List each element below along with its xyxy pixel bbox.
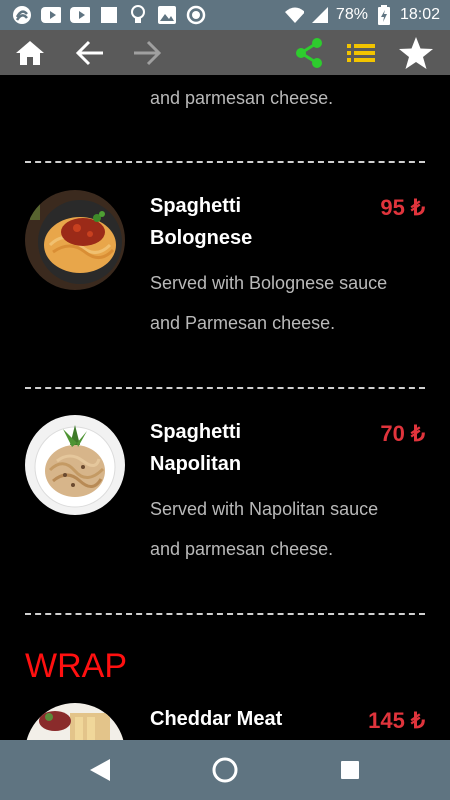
list-icon <box>347 43 375 62</box>
lightbulb-icon <box>128 5 148 25</box>
dish-description: Served with Napolitan sauce and parmesan… <box>150 489 430 569</box>
star-icon <box>399 36 433 69</box>
dish-name-line-2: Bolognese <box>150 227 253 249</box>
dish-name-line-1: Cheddar Meat <box>150 708 283 730</box>
home-button[interactable] <box>8 30 52 75</box>
dish-name-line-1: Spaghetti <box>150 195 242 217</box>
forward-button[interactable] <box>125 30 169 75</box>
clock-time: 18:02 <box>399 6 440 23</box>
nav-recents-button[interactable] <box>332 752 368 788</box>
back-arrow-icon <box>75 40 103 65</box>
dish-description-line-1: Served with Bolognese sauce <box>150 273 388 293</box>
system-nav-bar <box>0 740 450 800</box>
menu-content[interactable]: and parmesan cheese. Spaghetti Bolognese <box>0 75 450 740</box>
carrier-logo-icon <box>12 5 32 25</box>
sync-circle-icon <box>186 5 206 25</box>
battery-percent: 78% <box>335 6 368 23</box>
dish-description-line-2: and parmesan cheese. <box>150 539 334 559</box>
status-bar: 78% 18:02 <box>0 0 450 30</box>
recents-square-icon <box>341 761 359 779</box>
dish-name: Spaghetti Napolitan <box>150 416 350 480</box>
share-button[interactable] <box>287 30 331 75</box>
dish-price: 70 ₺ <box>380 421 425 446</box>
back-button[interactable] <box>68 30 112 75</box>
youtube-icon <box>70 5 90 25</box>
nav-home-button[interactable] <box>207 752 243 788</box>
dish-photo-cheddar-meat <box>25 703 125 740</box>
forward-arrow-icon <box>134 40 162 65</box>
dish-photo-bolognese <box>25 190 125 290</box>
favorite-button[interactable] <box>394 30 438 75</box>
share-icon <box>296 37 322 68</box>
app-square-icon <box>99 5 119 25</box>
dish-description-line-2: and Parmesan cheese. <box>150 313 336 333</box>
battery-charging-icon <box>374 5 394 25</box>
divider <box>25 613 425 615</box>
dish-price: 145 ₺ <box>368 708 425 733</box>
app-toolbar <box>0 30 450 75</box>
image-icon <box>157 5 177 25</box>
section-title-wrap: WRAP <box>25 647 127 685</box>
back-triangle-icon <box>90 759 110 781</box>
signal-icon <box>310 5 330 25</box>
divider <box>25 387 425 389</box>
dish-name-line-1: Spaghetti <box>150 421 242 443</box>
dish-description: Served with Bolognese sauce and Parmesan… <box>150 263 430 343</box>
divider <box>25 161 425 163</box>
wifi-icon <box>284 5 304 25</box>
dish-name-line-2: Napolitan <box>150 453 242 475</box>
previous-item-description: and parmesan cheese. <box>150 88 334 108</box>
menu-list-button[interactable] <box>339 30 383 75</box>
dish-name: Spaghetti Bolognese <box>150 190 350 254</box>
dish-name: Cheddar Meat <box>150 703 350 735</box>
youtube-icon <box>41 5 61 25</box>
dish-photo-napolitan <box>25 415 125 515</box>
nav-back-button[interactable] <box>82 752 118 788</box>
home-icon <box>16 40 44 65</box>
dish-description-line-1: Served with Napolitan sauce <box>150 499 379 519</box>
dish-price: 95 ₺ <box>380 195 425 220</box>
home-circle-icon <box>212 757 238 783</box>
